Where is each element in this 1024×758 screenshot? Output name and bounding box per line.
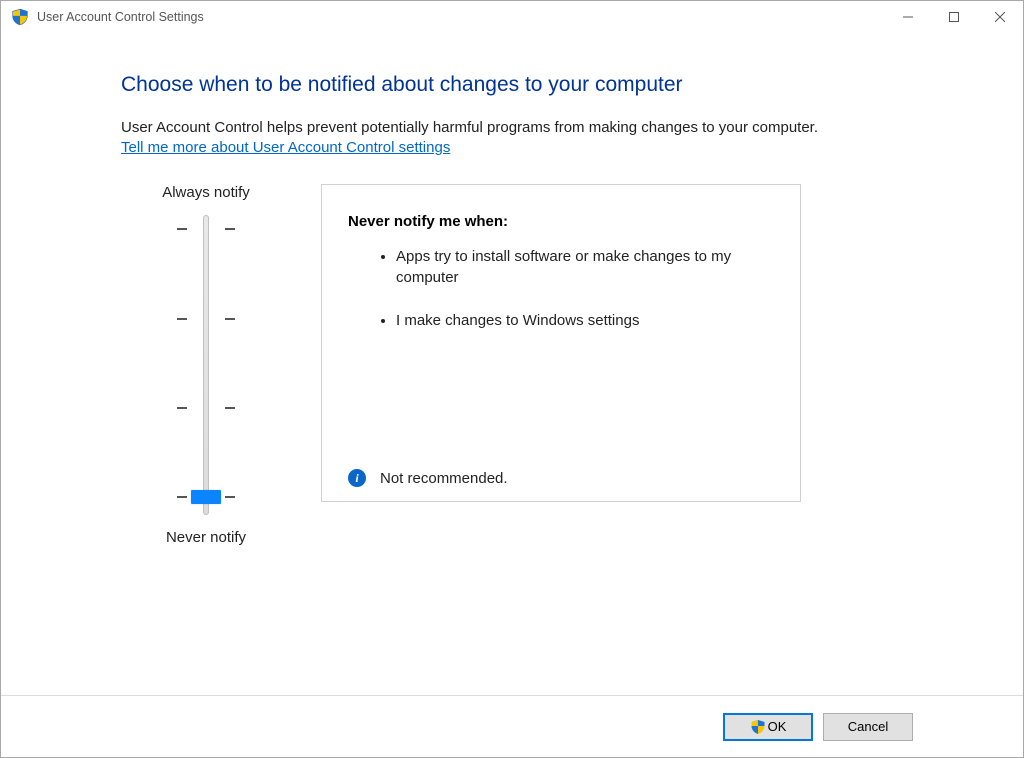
slider-track[interactable] [171, 215, 241, 515]
body-row: Always notify Never notify Never notify … [121, 184, 943, 546]
status-row: i Not recommended. [348, 459, 774, 487]
slider-tick [171, 407, 241, 409]
window-title: User Account Control Settings [37, 10, 885, 24]
learn-more-link[interactable]: Tell me more about User Account Control … [121, 139, 450, 156]
uac-shield-icon [11, 8, 29, 26]
description-bullet: I make changes to Windows settings [396, 310, 774, 331]
maximize-button[interactable] [931, 1, 977, 33]
description-heading: Never notify me when: [348, 213, 774, 230]
cancel-button-label: Cancel [848, 719, 888, 734]
info-icon: i [348, 469, 366, 487]
ok-button-label: OK [768, 719, 787, 734]
slider-tick [171, 318, 241, 320]
titlebar: User Account Control Settings [1, 1, 1023, 33]
cancel-button[interactable]: Cancel [823, 713, 913, 741]
page-heading: Choose when to be notified about changes… [121, 73, 943, 97]
description-panel: Never notify me when: Apps try to instal… [321, 184, 801, 502]
uac-shield-icon [750, 719, 766, 735]
close-button[interactable] [977, 1, 1023, 33]
content-area: Choose when to be notified about changes… [1, 33, 1023, 695]
notification-slider: Always notify Never notify [121, 184, 291, 546]
description-list: Apps try to install software or make cha… [348, 246, 774, 459]
slider-tick [171, 228, 241, 230]
slider-label-bottom: Never notify [166, 529, 246, 546]
page-subtext: User Account Control helps prevent poten… [121, 119, 943, 136]
footer: OK Cancel [1, 695, 1023, 757]
slider-label-top: Always notify [162, 184, 250, 201]
ok-button[interactable]: OK [723, 713, 813, 741]
minimize-button[interactable] [885, 1, 931, 33]
slider-thumb[interactable] [191, 490, 221, 504]
uac-settings-window: User Account Control Settings Choose whe… [0, 0, 1024, 758]
description-bullet: Apps try to install software or make cha… [396, 246, 774, 288]
status-text: Not recommended. [380, 470, 508, 487]
